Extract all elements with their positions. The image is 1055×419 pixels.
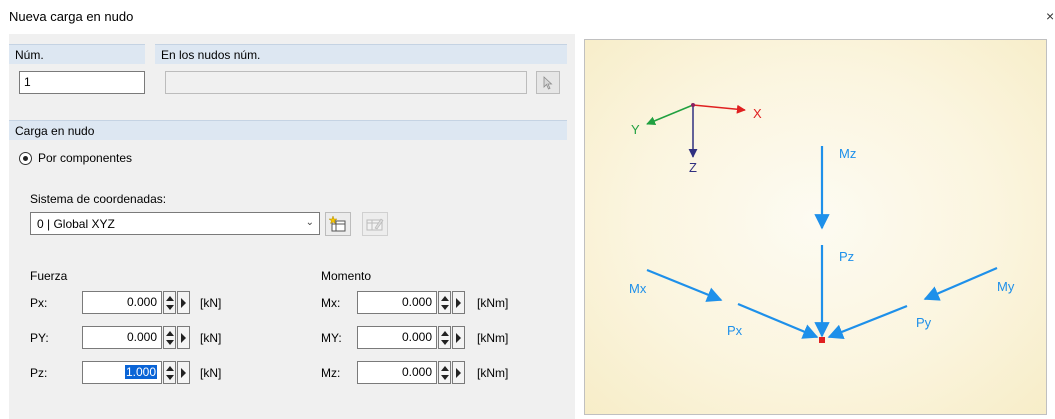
load-diagram-panel: X Y Z Mz Pz Mx Px My Py [584, 39, 1047, 415]
mx-arrow [646, 268, 723, 302]
my-label: MY: [321, 331, 342, 345]
nodes-header: En los nudos núm. [155, 44, 567, 64]
py-arrow-button[interactable] [177, 326, 190, 349]
close-icon[interactable]: × [1046, 8, 1054, 24]
my-arrow-button[interactable] [452, 326, 465, 349]
my-unit: [kNm] [477, 331, 509, 345]
z-axis-label: Z [689, 160, 697, 175]
coord-system-value: 0 | Global XYZ [37, 217, 115, 231]
mx-arrow-button[interactable] [452, 291, 465, 314]
pz-label: Pz: [30, 366, 48, 380]
load-number-input[interactable]: 1 [19, 71, 145, 94]
num-header: Núm. [9, 44, 145, 64]
py-label: PY: [30, 331, 49, 345]
y-axis-arrow [646, 104, 694, 126]
x-axis-label: X [753, 106, 762, 121]
cursor-pick-icon [543, 75, 553, 90]
x-axis-arrow [692, 104, 746, 114]
coord-system-label: Sistema de coordenadas: [30, 192, 167, 206]
mz-arrow-button[interactable] [452, 361, 465, 384]
mx-input[interactable]: 0.000 [357, 291, 437, 314]
by-components-radio[interactable] [19, 151, 32, 165]
nodal-load-header: Carga en nudo [9, 120, 567, 140]
my-input[interactable]: 0.000 [357, 326, 437, 349]
load-diagram: X Y Z Mz Pz Mx Px My Py [629, 103, 1015, 343]
mz-label: Mz: [321, 366, 341, 380]
nodes-label: En los nudos núm. [161, 48, 261, 62]
pz-spinner[interactable] [163, 361, 176, 384]
mx-label: Mx: [321, 296, 341, 310]
px-diagram-label: Px [727, 323, 743, 338]
mz-unit: [kNm] [477, 366, 509, 380]
pz-unit: [kN] [200, 366, 222, 380]
edit-coord-system-icon [366, 218, 384, 231]
px-unit: [kN] [200, 296, 222, 310]
mx-spinner[interactable] [438, 291, 451, 314]
load-parameters-panel: Núm. En los nudos núm. 1 Carga en nudo P… [9, 34, 575, 419]
axes-origin [691, 103, 695, 107]
my-spinner[interactable] [438, 326, 451, 349]
nodes-input[interactable] [165, 71, 527, 94]
mz-spinner[interactable] [438, 361, 451, 384]
nodal-load-label: Carga en nudo [15, 124, 95, 138]
new-coord-system-icon [329, 216, 346, 232]
pz-diagram-label: Pz [839, 249, 854, 264]
pz-arrow-button[interactable] [177, 361, 190, 384]
title-bar: Nueva carga en nudo × [0, 0, 1055, 34]
py-input[interactable]: 0.000 [82, 326, 162, 349]
px-arrow-button[interactable] [177, 291, 190, 314]
mx-diagram-label: Mx [629, 281, 647, 296]
force-title: Fuerza [30, 269, 68, 283]
by-components-option[interactable]: Por componentes [19, 151, 132, 165]
chevron-down-icon: ⌄ [305, 217, 314, 228]
pz-input[interactable]: 1.000 [82, 361, 162, 384]
num-label: Núm. [15, 48, 44, 62]
new-coord-system-button[interactable] [325, 212, 351, 236]
y-axis-label: Y [631, 122, 640, 137]
px-spinner[interactable] [163, 291, 176, 314]
px-label: Px: [30, 296, 48, 310]
moment-title: Momento [321, 269, 372, 283]
mx-unit: [kNm] [477, 296, 509, 310]
pz-value-selected: 1.000 [124, 365, 157, 379]
py-diagram-label: Py [916, 315, 932, 330]
coord-system-select[interactable]: 0 | Global XYZ ⌄ [30, 212, 320, 235]
node-marker [819, 337, 825, 343]
px-arrow [737, 302, 819, 339]
my-arrow [923, 266, 998, 301]
py-spinner[interactable] [163, 326, 176, 349]
by-components-label: Por componentes [38, 151, 133, 165]
mz-diagram-label: Mz [839, 146, 856, 161]
py-unit: [kN] [200, 331, 222, 345]
edit-coord-system-button[interactable] [362, 212, 388, 236]
my-diagram-label: My [997, 279, 1015, 294]
px-input[interactable]: 0.000 [82, 291, 162, 314]
mz-input[interactable]: 0.000 [357, 361, 437, 384]
py-arrow [827, 304, 908, 340]
pick-nodes-button[interactable] [536, 71, 560, 94]
dialog-title: Nueva carga en nudo [9, 9, 134, 24]
global-axes: X Y Z [631, 103, 762, 175]
